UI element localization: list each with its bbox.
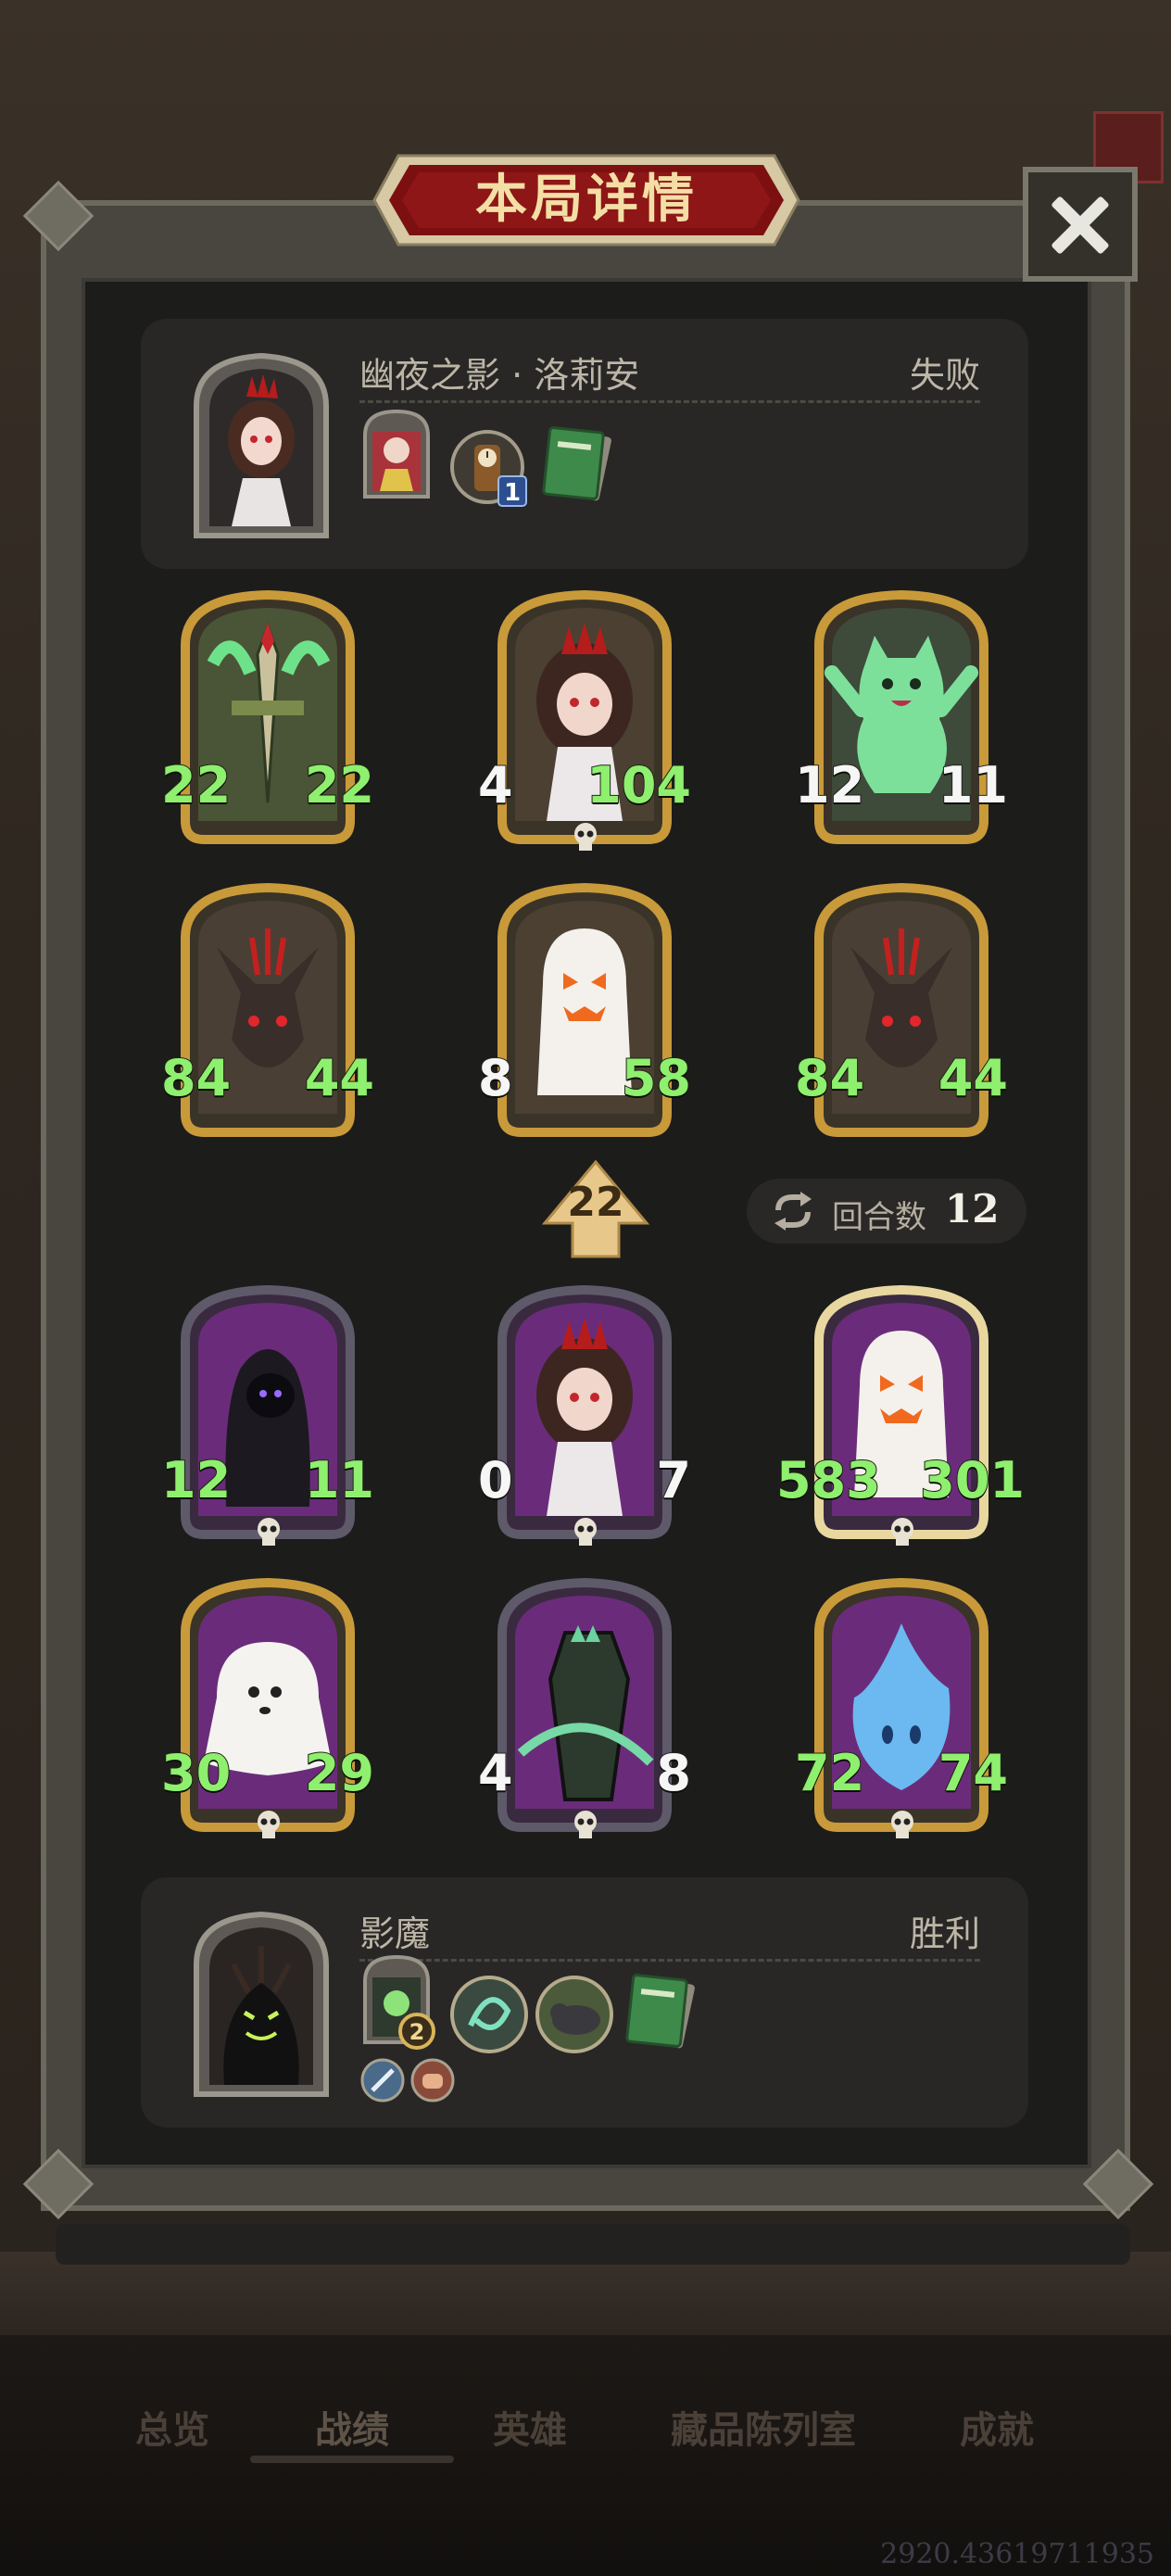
minion-card[interactable]: 583 301 (775, 1284, 1026, 1562)
active-tab-indicator (250, 2456, 454, 2463)
health-value: 44 (938, 1048, 1009, 1108)
attack-value: 12 (160, 1450, 232, 1510)
deathrattle-skull-icon (574, 823, 597, 851)
health-value: 29 (304, 1743, 375, 1803)
player-name: 影魔 (359, 1913, 431, 1954)
health-value: 22 (304, 755, 375, 815)
trinket-count: 1 (504, 479, 521, 507)
close-button[interactable] (1023, 167, 1138, 282)
minion-card[interactable]: 84 44 (160, 882, 375, 1160)
attack-value: 84 (160, 1048, 232, 1108)
opponent-panel: 幽夜之影 · 洛莉安 失败 1 (141, 319, 1028, 569)
tab-records[interactable]: 战绩 (315, 2400, 389, 2454)
green-book-icon[interactable] (617, 1970, 700, 2055)
hero-power-icon[interactable]: 2 (359, 1953, 443, 2055)
health-value: 7 (655, 1450, 692, 1510)
opponent-portrait[interactable] (187, 350, 335, 545)
clock-trinket-icon[interactable]: 1 (448, 428, 532, 508)
tavern-tier-value: 22 (567, 1179, 624, 1226)
watermark: 2920.43619711935 (880, 2538, 1154, 2570)
attack-value: 8 (477, 1048, 514, 1108)
vampire-minion-art (497, 1284, 672, 1539)
refresh-icon (774, 1192, 812, 1231)
attack-value: 12 (794, 755, 865, 815)
sword-buff-icon[interactable] (359, 2057, 406, 2103)
attack-value: 583 (775, 1450, 882, 1510)
health-value: 74 (938, 1743, 1009, 1803)
deathrattle-skull-icon (258, 1811, 280, 1838)
title-plate: 本局详情 (371, 152, 802, 248)
hero-power-icon[interactable] (359, 408, 434, 500)
turns-label: 回合数 (832, 1199, 926, 1236)
attack-value: 84 (794, 1048, 865, 1108)
health-value: 301 (919, 1450, 1026, 1510)
deathrattle-skull-icon (574, 1518, 597, 1546)
attack-value: 72 (794, 1743, 865, 1803)
minion-card[interactable]: 12 11 (160, 1284, 375, 1562)
health-value: 11 (938, 755, 1009, 815)
page-title: 本局详情 (475, 170, 698, 230)
minion-card[interactable]: 4 8 (477, 1577, 692, 1855)
panel-shadow-bar (56, 2224, 1130, 2265)
minion-card[interactable]: 84 44 (794, 882, 1009, 1160)
deathrattle-skull-icon (574, 1811, 597, 1838)
divider (359, 1959, 980, 1962)
player-result: 胜利 (909, 1913, 980, 1954)
attack-value: 4 (477, 1743, 514, 1803)
attack-value: 22 (160, 755, 232, 815)
tab-heroes[interactable]: 英雄 (493, 2400, 567, 2454)
divider (359, 400, 980, 403)
coffin-minion-art (497, 1577, 672, 1832)
turns-value: 12 (945, 1186, 1000, 1231)
swirl-orb-icon[interactable] (448, 1974, 530, 2055)
hero-power-count: 2 (409, 2019, 425, 2045)
health-value: 44 (304, 1048, 375, 1108)
turn-count-badge: 回合数 12 (747, 1179, 1026, 1244)
attack-value: 0 (477, 1450, 514, 1510)
health-value: 58 (621, 1048, 692, 1108)
fist-buff-icon[interactable] (409, 2057, 456, 2103)
tab-collection[interactable]: 藏品陈列室 (671, 2400, 856, 2454)
health-value: 104 (586, 755, 692, 815)
player-portrait[interactable] (187, 1909, 335, 2103)
minion-card[interactable]: 72 74 (794, 1577, 1009, 1855)
deathrattle-skull-icon (258, 1518, 280, 1546)
health-value: 11 (304, 1450, 375, 1510)
deathrattle-skull-icon (891, 1811, 913, 1838)
minion-card[interactable]: 4 104 (477, 589, 692, 867)
minion-card[interactable]: 30 29 (160, 1577, 375, 1855)
minion-card[interactable]: 8 58 (477, 882, 692, 1160)
minion-card[interactable]: 12 11 (794, 589, 1009, 867)
tab-overview[interactable]: 总览 (135, 2400, 209, 2454)
opponent-name: 幽夜之影 · 洛莉安 (359, 355, 640, 396)
attack-value: 30 (160, 1743, 232, 1803)
health-value: 8 (655, 1743, 692, 1803)
green-book-icon[interactable] (534, 423, 617, 508)
rhino-orb-icon[interactable] (534, 1974, 615, 2055)
opponent-result: 失败 (909, 355, 980, 396)
minion-card[interactable]: 0 7 (477, 1284, 692, 1562)
tab-achievements[interactable]: 成就 (960, 2400, 1034, 2454)
player-panel: 影魔 胜利 2 (141, 1877, 1028, 2128)
background-stripe (0, 2252, 1171, 2344)
deathrattle-skull-icon (891, 1518, 913, 1546)
minion-card[interactable]: 22 22 (160, 589, 375, 867)
attack-value: 4 (477, 755, 514, 815)
bottom-nav: 总览 战绩 英雄 藏品陈列室 成就 (0, 2391, 1171, 2465)
